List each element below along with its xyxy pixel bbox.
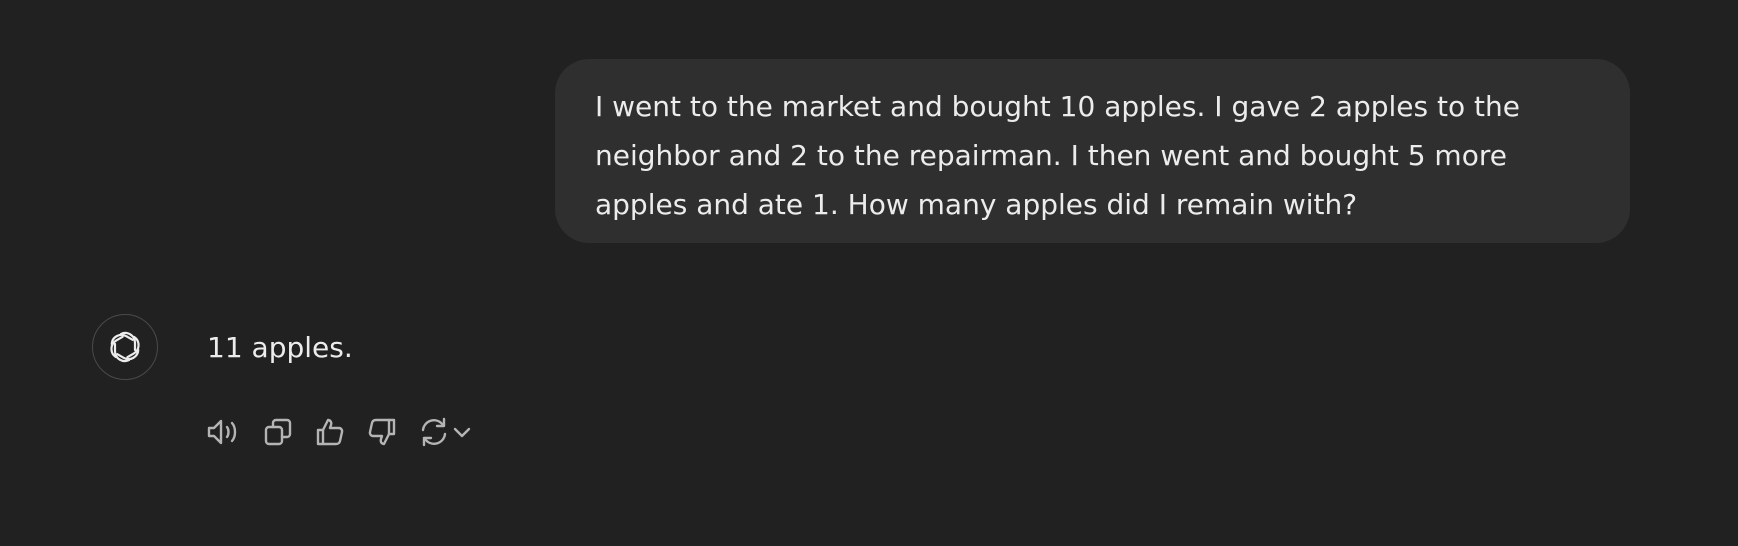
- openai-logo-icon: [110, 331, 140, 363]
- assistant-message-text: 11 apples.: [207, 331, 353, 364]
- message-actions: [206, 412, 474, 452]
- chat-page: I went to the market and bought 10 apple…: [0, 0, 1738, 546]
- read-aloud-button[interactable]: [206, 412, 242, 452]
- copy-icon: [264, 418, 292, 446]
- read-aloud-icon: [207, 419, 237, 445]
- chevron-down-icon: [453, 427, 471, 438]
- user-message-text: I went to the market and bought 10 apple…: [595, 90, 1520, 221]
- assistant-avatar: [92, 314, 158, 380]
- thumbs-up-icon: [316, 418, 344, 446]
- thumbs-down-icon: [368, 418, 396, 446]
- good-response-button[interactable]: [314, 412, 346, 452]
- copy-button[interactable]: [262, 412, 294, 452]
- regenerate-button[interactable]: [418, 412, 474, 452]
- user-message-bubble: I went to the market and bought 10 apple…: [555, 59, 1630, 243]
- bad-response-button[interactable]: [366, 412, 398, 452]
- regenerate-icon: [421, 417, 447, 447]
